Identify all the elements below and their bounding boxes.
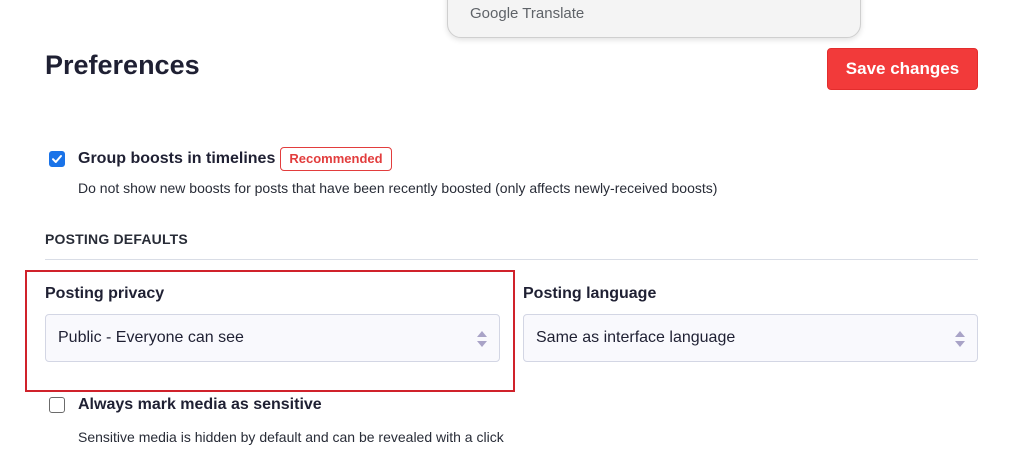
group-boosts-checkbox[interactable] <box>49 151 65 167</box>
sensitive-media-checkbox[interactable] <box>49 397 65 413</box>
section-divider <box>45 259 978 260</box>
group-boosts-label[interactable]: Group boosts in timelines <box>78 150 275 168</box>
check-icon <box>52 155 62 163</box>
posting-language-select[interactable]: Same as interface language <box>523 314 978 362</box>
sensitive-media-row: Always mark media as sensitive <box>49 396 322 414</box>
posting-privacy-select[interactable]: Public - Everyone can see <box>45 314 500 362</box>
sensitive-media-hint: Sensitive media is hidden by default and… <box>78 429 504 445</box>
posting-language-label: Posting language <box>523 285 657 302</box>
save-changes-button[interactable]: Save changes <box>827 48 978 90</box>
google-translate-popup: Google Translate <box>447 0 861 38</box>
sensitive-media-label[interactable]: Always mark media as sensitive <box>78 396 322 414</box>
up-down-arrows-icon <box>477 331 487 347</box>
posting-privacy-label: Posting privacy <box>45 285 165 302</box>
up-down-arrows-icon <box>955 331 965 347</box>
page-title: Preferences <box>45 50 200 80</box>
posting-language-value: Same as interface language <box>536 329 736 346</box>
posting-defaults-heading: POSTING DEFAULTS <box>45 231 188 247</box>
group-boosts-row: Group boosts in timelines Recommended <box>49 147 392 171</box>
recommended-badge: Recommended <box>280 147 392 171</box>
google-translate-logo: Google Translate <box>470 5 585 22</box>
posting-privacy-value: Public - Everyone can see <box>58 329 244 346</box>
group-boosts-hint: Do not show new boosts for posts that ha… <box>78 180 718 196</box>
